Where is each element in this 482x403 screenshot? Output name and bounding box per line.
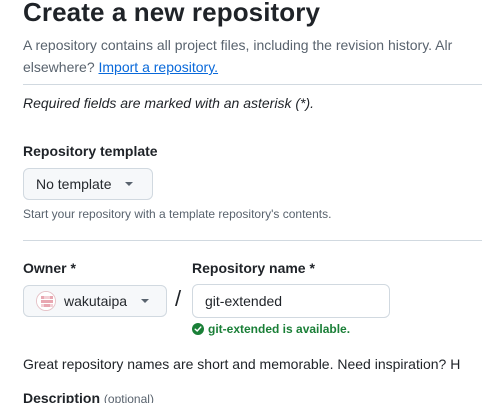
repository-name-label: Repository name * [192, 260, 315, 276]
template-label: Repository template [23, 143, 158, 159]
description-label-row: Description (optional) [23, 390, 154, 403]
intro-text-continued: elsewhere? Import a repository. [23, 56, 218, 78]
availability-status: git-extended is available. [192, 322, 350, 336]
section-divider [23, 84, 482, 85]
description-optional-note: (optional) [103, 392, 154, 403]
owner-name-separator: / [175, 286, 182, 311]
chevron-down-icon [141, 299, 150, 303]
name-suggestion-text: Great repository names are short and mem… [23, 356, 461, 372]
template-select-button[interactable]: No template [23, 168, 153, 200]
template-selected-value: No template [36, 176, 112, 192]
avatar [36, 291, 56, 311]
intro-text: A repository contains all project files,… [23, 37, 453, 53]
owner-select-button[interactable]: wakutaipa [23, 285, 167, 317]
chevron-down-icon [125, 182, 134, 186]
check-mark-icon [194, 326, 202, 332]
description-label: Description [23, 390, 101, 403]
identicon-icon [37, 292, 55, 310]
intro-prefix: elsewhere? [23, 59, 99, 75]
page-title: Create a new repository [23, 0, 321, 27]
owner-selected-value: wakutaipa [64, 293, 128, 309]
check-circle-fill-icon [192, 323, 204, 335]
required-fields-note: Required fields are marked with an aster… [23, 95, 315, 111]
repository-name-input[interactable] [192, 284, 390, 318]
new-repository-page: Create a new repository A repository con… [0, 0, 482, 403]
template-hint: Start your repository with a template re… [23, 207, 332, 221]
import-repository-link[interactable]: Import a repository. [99, 59, 219, 75]
owner-label: Owner * [23, 260, 76, 276]
section-divider [23, 240, 482, 241]
availability-text: git-extended is available. [208, 322, 351, 336]
